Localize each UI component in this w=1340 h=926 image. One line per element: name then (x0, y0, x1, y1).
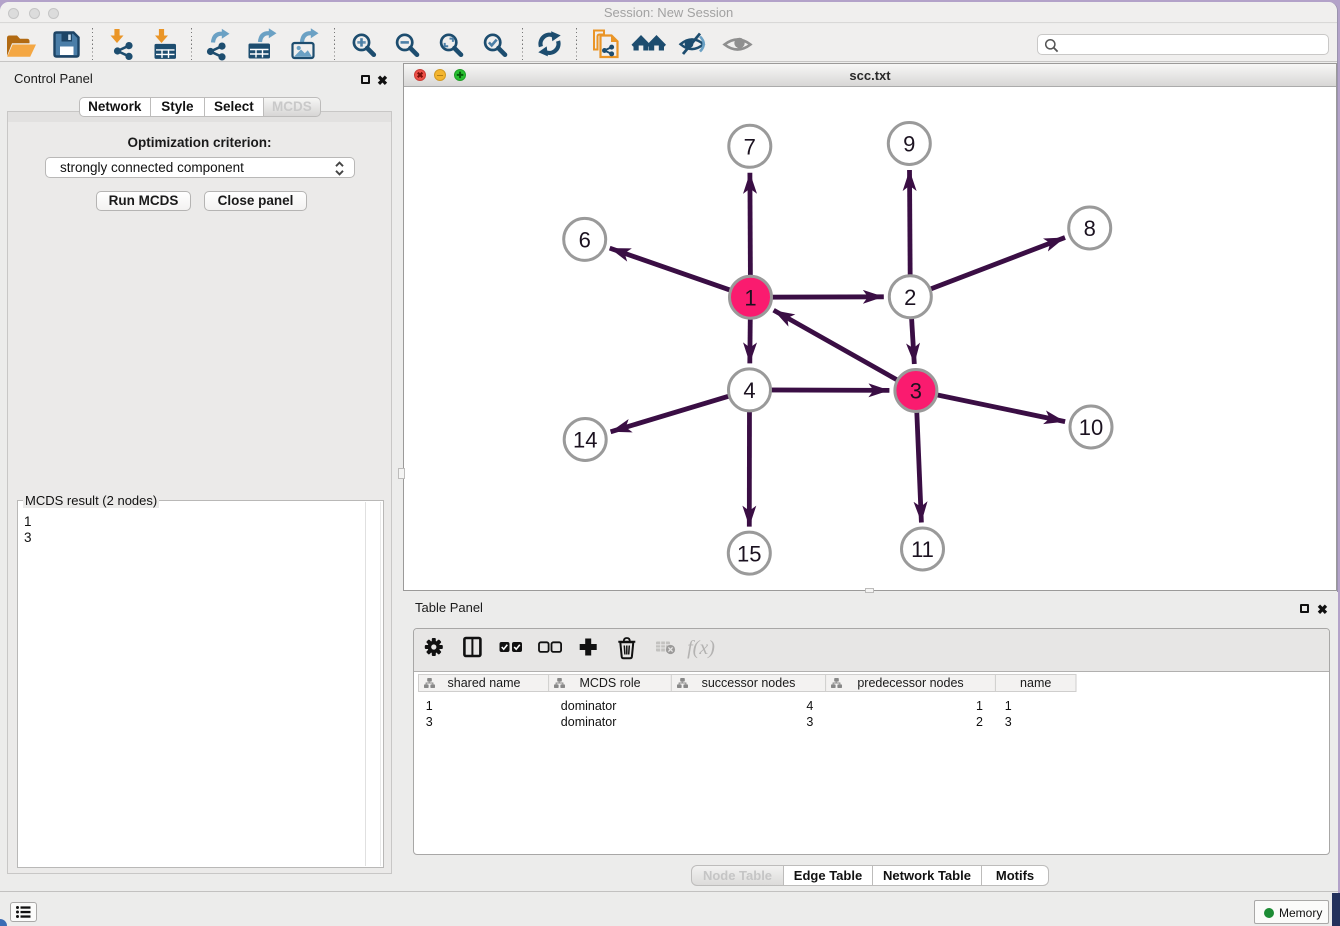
svg-text:shared name: shared name (448, 676, 521, 690)
svg-text:2: 2 (976, 715, 983, 729)
svg-text:6: 6 (579, 228, 591, 253)
svg-text:1: 1 (426, 699, 433, 713)
svg-text:MCDS role: MCDS role (579, 676, 640, 690)
svg-text:9: 9 (903, 132, 915, 157)
svg-text:14: 14 (573, 428, 597, 453)
svg-text:dominator: dominator (561, 699, 617, 713)
svg-text:10: 10 (1079, 415, 1103, 440)
svg-text:predecessor nodes: predecessor nodes (857, 676, 963, 690)
svg-text:1: 1 (744, 285, 756, 310)
svg-text:4: 4 (806, 699, 813, 713)
svg-text:7: 7 (744, 135, 756, 160)
svg-text:3: 3 (806, 715, 813, 729)
svg-text:4: 4 (743, 378, 755, 403)
svg-text:1: 1 (1005, 699, 1012, 713)
svg-text:successor nodes: successor nodes (702, 676, 796, 690)
svg-text:name: name (1020, 676, 1051, 690)
svg-text:1: 1 (976, 699, 983, 713)
svg-text:8: 8 (1084, 216, 1096, 241)
svg-text:f(x): f(x) (687, 637, 715, 659)
svg-text:3: 3 (426, 715, 433, 729)
svg-text:11: 11 (911, 537, 934, 562)
svg-text:3: 3 (1005, 715, 1012, 729)
svg-text:2: 2 (904, 285, 916, 310)
svg-text:dominator: dominator (561, 715, 617, 729)
svg-text:3: 3 (910, 379, 922, 404)
svg-text:15: 15 (737, 541, 761, 566)
